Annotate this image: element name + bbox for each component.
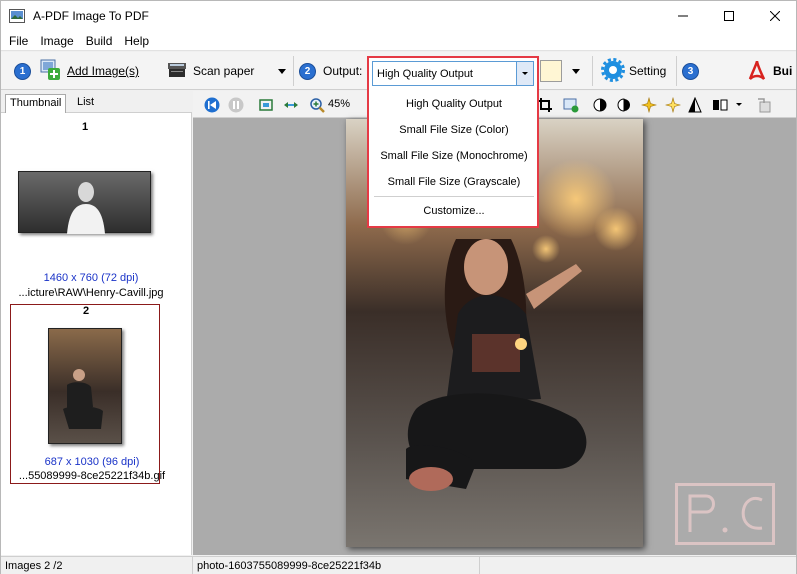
status-image-count: Images 2 /2: [5, 560, 63, 572]
fit-width-icon: [283, 101, 298, 108]
chevron-down-icon: [278, 68, 286, 74]
zoom-level: 45%: [328, 98, 351, 110]
layout-button[interactable]: [711, 96, 728, 113]
scan-options-dropdown[interactable]: [278, 52, 286, 90]
pdf-icon: [747, 59, 767, 84]
sparkle-icon: [640, 96, 657, 113]
triangle-icon: [687, 96, 702, 112]
output-label: Output:: [323, 64, 363, 78]
menu-file[interactable]: File: [1, 31, 34, 51]
sparkle-icon: [664, 96, 681, 113]
thumbnail-number: 2: [82, 305, 90, 317]
scanner-icon: [167, 60, 187, 83]
scan-paper-label: Scan paper: [193, 64, 255, 78]
menu-build[interactable]: Build: [80, 31, 119, 51]
rotate-icon: [757, 97, 770, 112]
chevron-down-icon: [522, 72, 528, 75]
color-dropdown-button[interactable]: [572, 52, 580, 90]
fit-width-button[interactable]: [282, 96, 299, 113]
thumbnail-info: 1460 x 760 (72 dpi): [43, 272, 139, 284]
thumbnail-item-2[interactable]: 2 687 x 1030 (96 dpi) ...55089999-8ce252…: [10, 304, 165, 484]
thumbnail-info: 687 x 1030 (96 dpi): [44, 456, 140, 468]
minimize-button[interactable]: [660, 1, 706, 31]
step-2-badge: 2: [299, 62, 316, 80]
first-page-icon: [204, 97, 219, 112]
image-settings-icon: [563, 98, 578, 112]
layout-icon: [712, 99, 727, 110]
dropdown-divider: [374, 196, 534, 197]
option-high-quality[interactable]: High Quality Output: [372, 92, 536, 116]
fit-page-button[interactable]: [257, 96, 274, 113]
build-button[interactable]: Bui: [747, 52, 792, 90]
setting-label: Setting: [629, 64, 667, 78]
gamma-button[interactable]: [686, 96, 703, 113]
app-window: A-PDF Image To PDF File Image Build Help…: [0, 0, 797, 574]
chevron-down-icon: [735, 103, 742, 106]
sharpen-button[interactable]: [640, 96, 657, 113]
zoom-in-button[interactable]: [308, 96, 325, 113]
app-icon: [9, 9, 25, 23]
option-small-monochrome[interactable]: Small File Size (Monochrome): [372, 144, 536, 168]
tab-thumbnail[interactable]: Thumbnail: [5, 94, 67, 113]
step-3-badge: 3: [682, 62, 699, 80]
brightness-icon: [593, 98, 606, 111]
menu-help[interactable]: Help: [118, 31, 155, 51]
image-settings-button[interactable]: [562, 96, 579, 113]
color-swatch[interactable]: [540, 60, 562, 82]
output-dropdown[interactable]: High Quality Output High Quality Output …: [367, 56, 539, 228]
close-button[interactable]: [752, 1, 797, 31]
add-images-label: Add Image(s): [67, 64, 140, 78]
window-title: A-PDF Image To PDF: [33, 9, 149, 23]
option-customize[interactable]: Customize...: [372, 199, 536, 223]
rotate-button[interactable]: [755, 96, 772, 113]
option-small-color[interactable]: Small File Size (Color): [372, 118, 536, 142]
pause-button[interactable]: [227, 96, 244, 113]
thumbnail-pane: Thumbnail List 1 1460 x 760 (72 dpi) ...…: [1, 91, 192, 555]
add-images-button[interactable]: Add Image(s): [39, 52, 139, 90]
menu-bar: File Image Build Help: [1, 31, 796, 51]
first-page-button[interactable]: [203, 96, 220, 113]
title-bar[interactable]: A-PDF Image To PDF: [1, 1, 796, 31]
soften-button[interactable]: [664, 96, 681, 113]
build-label: Bui: [773, 64, 793, 78]
scan-paper-button[interactable]: Scan paper: [167, 52, 254, 90]
step-1-badge: 1: [14, 62, 31, 80]
close-icon: [770, 11, 780, 21]
output-combo-value: High Quality Output: [377, 67, 473, 80]
gear-icon: [601, 57, 625, 85]
option-small-grayscale[interactable]: Small File Size (Grayscale): [372, 170, 536, 194]
zoom-in-icon: [309, 97, 325, 113]
minimize-icon: [678, 15, 688, 17]
thumbnail-filename: ...icture\RAW\Henry-Cavill.jpg: [18, 287, 164, 299]
maximize-button[interactable]: [706, 1, 752, 31]
add-images-icon: [39, 59, 61, 84]
thumbnail-filename: ...55089999-8ce25221f34b.gif: [18, 470, 166, 482]
thumbnail-image: [18, 171, 151, 234]
contrast-icon: [617, 97, 630, 112]
watermark-logo: [675, 483, 775, 545]
status-filename: photo-1603755089999-8ce25221f34b: [197, 560, 382, 572]
pause-icon: [228, 97, 243, 112]
status-bar: Images 2 /2 photo-1603755089999-8ce25221…: [1, 556, 796, 574]
brightness-button[interactable]: [591, 96, 608, 113]
layout-dropdown[interactable]: [730, 96, 747, 113]
chevron-down-icon: [572, 68, 580, 74]
menu-image[interactable]: Image: [34, 31, 79, 51]
output-combo[interactable]: High Quality Output: [372, 61, 534, 86]
thumbnail-image: [48, 328, 122, 444]
setting-button[interactable]: Setting: [601, 52, 666, 90]
maximize-icon: [724, 11, 734, 21]
contrast-button[interactable]: [615, 96, 632, 113]
fit-page-icon: [258, 98, 273, 111]
